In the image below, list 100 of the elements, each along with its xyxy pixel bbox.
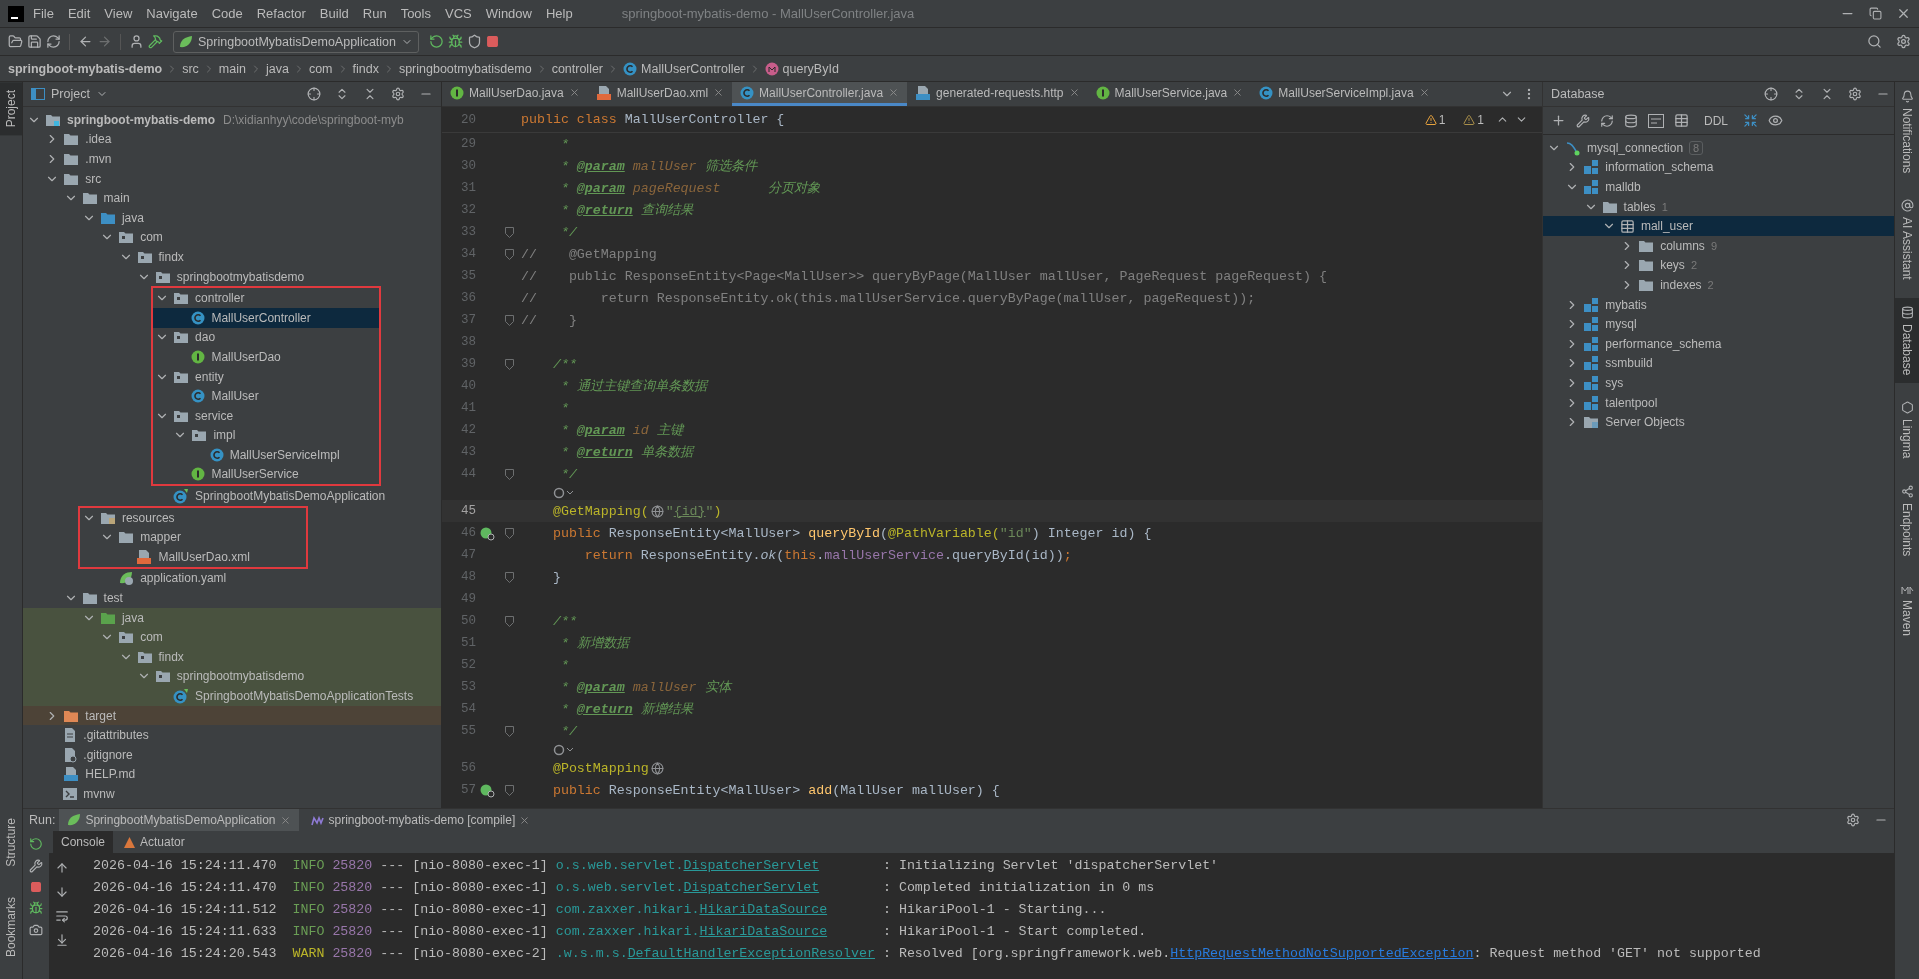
breadcrumb-item[interactable]: queryById — [764, 61, 839, 76]
breadcrumb-item[interactable]: controller — [551, 61, 604, 76]
tree-item[interactable]: main — [23, 188, 441, 208]
tree-item[interactable]: src — [23, 168, 441, 189]
menu-item[interactable]: Tools — [395, 4, 436, 23]
tree-item[interactable]: MallUserServiceImpl — [151, 445, 382, 465]
hammer-icon[interactable] — [148, 34, 163, 49]
tool-window-tab[interactable]: Structure — [0, 810, 22, 875]
tree-item[interactable]: MallUserService — [151, 464, 382, 487]
tree-item[interactable]: entity — [151, 366, 382, 387]
tree-item[interactable]: target — [23, 705, 441, 726]
fold-icon[interactable] — [504, 248, 514, 260]
stop-icon[interactable] — [30, 881, 42, 893]
console-icon[interactable] — [1648, 113, 1664, 128]
tree-item[interactable]: MallUserController — [151, 307, 382, 328]
run-marker-icon[interactable] — [479, 782, 495, 798]
run-tab[interactable]: SpringbootMybatisDemoApplication — [59, 809, 299, 831]
tree-item[interactable]: .mvn — [23, 149, 441, 169]
settings-icon[interactable] — [391, 87, 405, 101]
table-icon[interactable] — [1674, 113, 1689, 128]
breadcrumb-item[interactable]: main — [218, 61, 246, 76]
close-icon[interactable] — [1068, 87, 1080, 98]
console-tab[interactable]: Console — [53, 831, 114, 853]
fold-icon[interactable] — [504, 468, 514, 480]
tree-item[interactable]: impl — [151, 425, 382, 446]
tree-item[interactable]: SpringbootMybatisDemoApplicationTests — [23, 686, 441, 706]
settings-icon[interactable] — [1846, 813, 1860, 827]
breadcrumb-item[interactable]: src — [182, 61, 199, 76]
tree-item[interactable]: malldb — [1543, 177, 1898, 197]
tree-item[interactable]: SpringbootMybatisDemoApplication — [23, 486, 441, 506]
tree-item[interactable]: MallUser — [151, 386, 382, 406]
tool-window-tab[interactable]: Bookmarks — [0, 888, 22, 965]
fold-icon[interactable] — [504, 527, 514, 539]
warning-indicator[interactable]: 1 — [1418, 111, 1452, 128]
tree-item[interactable]: information_schema — [1543, 157, 1898, 178]
menu-item[interactable]: Build — [314, 4, 354, 23]
debug-icon[interactable] — [29, 901, 43, 915]
tree-item[interactable]: springbootmybatisdemo — [23, 666, 441, 687]
save-icon[interactable] — [27, 34, 42, 49]
collapse-all-icon[interactable] — [1820, 87, 1834, 101]
refresh-icon[interactable] — [1600, 113, 1614, 128]
tree-item[interactable]: MallUserDao — [151, 347, 382, 367]
database-icon[interactable] — [1624, 113, 1638, 128]
run-tab[interactable]: springboot-mybatis-demo [compile] — [302, 809, 539, 831]
menu-item[interactable]: Refactor — [251, 4, 311, 23]
menu-item[interactable]: Navigate — [141, 4, 203, 23]
view-options-icon[interactable] — [1768, 113, 1783, 128]
tree-item[interactable]: java — [23, 207, 441, 228]
close-icon[interactable] — [519, 814, 531, 826]
breadcrumb-item[interactable]: MallUserController — [623, 61, 745, 76]
editor-tab[interactable]: MallUserDao.java — [442, 82, 588, 106]
tree-item[interactable]: mybatis — [1543, 294, 1898, 315]
tree-item[interactable]: test — [23, 588, 441, 608]
menu-item[interactable]: VCS — [440, 4, 477, 23]
back-icon[interactable] — [78, 34, 93, 49]
tool-window-tab[interactable]: Project — [0, 82, 22, 136]
tool-window-tab[interactable]: AI Assistant — [1895, 191, 1919, 289]
tool-window-tab[interactable]: Database — [1895, 298, 1919, 384]
menu-item[interactable]: Window — [480, 4, 537, 23]
tree-item[interactable]: .gitignore — [23, 745, 441, 765]
locate-icon[interactable] — [307, 87, 321, 101]
tree-item[interactable]: sys — [1543, 373, 1898, 393]
tree-item[interactable]: springboot-mybatis-demo D:\xidianhyy\code\springboot-myb — [23, 110, 441, 130]
camera-icon[interactable] — [29, 923, 43, 937]
tree-item[interactable]: resources — [77, 505, 308, 528]
menu-item[interactable]: Edit — [62, 4, 96, 23]
tree-item[interactable]: MallUserDao.xml — [77, 547, 308, 569]
up-icon[interactable] — [55, 861, 69, 875]
inlay-hint-icon[interactable] — [553, 486, 575, 499]
menu-item[interactable]: Run — [357, 4, 392, 23]
inlay-hint-icon[interactable] — [553, 743, 575, 756]
editor-tab[interactable]: MallUserServiceImpl.java — [1251, 82, 1438, 106]
fold-icon[interactable] — [504, 314, 514, 326]
tree-item[interactable]: performance_schema — [1543, 333, 1898, 354]
locate-icon[interactable] — [1764, 87, 1778, 101]
menu-item[interactable]: File — [28, 4, 59, 23]
tree-item[interactable]: keys 2 — [1543, 255, 1898, 276]
tree-item[interactable]: com — [23, 227, 441, 248]
tree-item[interactable]: findx — [23, 247, 441, 267]
ddl-button[interactable]: DDL — [1699, 111, 1733, 130]
editor-tab[interactable]: generated-requests.http — [907, 82, 1088, 106]
sync-icon[interactable] — [46, 34, 61, 49]
tree-item[interactable]: dao — [151, 327, 382, 348]
panel-title[interactable]: Database — [1551, 87, 1605, 101]
wrench-icon[interactable] — [29, 859, 43, 873]
open-folder-icon[interactable] — [8, 34, 23, 49]
breadcrumb-item[interactable]: com — [308, 61, 333, 76]
fold-icon[interactable] — [504, 571, 514, 583]
stop-icon[interactable] — [486, 35, 500, 48]
close-icon[interactable] — [1232, 87, 1244, 98]
tool-window-tab[interactable]: Lingma — [1895, 393, 1919, 467]
editor-tab[interactable]: MallUserService.java — [1087, 82, 1252, 106]
close-icon[interactable] — [713, 87, 725, 98]
fold-icon[interactable] — [504, 226, 514, 238]
panel-title[interactable]: Project — [51, 87, 90, 101]
settings-icon[interactable] — [1896, 34, 1911, 49]
tree-item[interactable]: springbootmybatisdemo — [23, 266, 441, 287]
user-icon[interactable] — [129, 34, 144, 49]
breadcrumb-item[interactable]: springbootmybatisdemo — [398, 61, 532, 76]
fold-icon[interactable] — [504, 784, 514, 796]
